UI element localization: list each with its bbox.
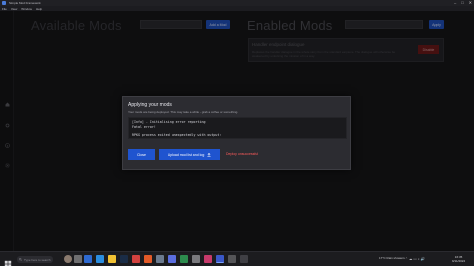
clock-date: 9/11/2022	[452, 259, 466, 263]
avatar-icon[interactable]	[64, 255, 72, 263]
app-window: Simple Mod Framework – □ ✕ File View Win…	[0, 0, 474, 266]
weather-widget[interactable]: 17°C Rain showers	[379, 256, 405, 260]
mod-framework-taskbar-icon[interactable]	[216, 255, 224, 263]
file-explorer-icon[interactable]	[108, 255, 116, 263]
media-app-icon[interactable]	[204, 255, 212, 263]
apply-mods-dialog: Applying your mods Your mods are being d…	[122, 96, 351, 170]
taskbar-search-placeholder: Type here to search	[24, 257, 51, 262]
store-icon[interactable]	[132, 255, 140, 263]
spotify-icon[interactable]	[180, 255, 188, 263]
dialog-title: Applying your mods	[128, 102, 172, 108]
window-title: Simple Mod Framework	[9, 1, 41, 5]
taskbar-search-input[interactable]: Type here to search	[17, 256, 53, 263]
taskbar: Type here to search 17°C Rain showers ⌃ …	[0, 251, 474, 266]
dialog-subtitle: Your mods are being deployed. This may t…	[128, 110, 239, 114]
log-line: RPKG process exited unexpectedly with ou…	[132, 133, 222, 137]
outlook-icon[interactable]	[96, 255, 104, 263]
menu-view[interactable]: View	[11, 7, 17, 11]
menu-window[interactable]: Window	[21, 7, 32, 11]
app-taskbar-icon[interactable]	[156, 255, 164, 263]
search-icon	[19, 258, 22, 261]
system-tray[interactable]: ⌃ ☁ ▭ ◖ 🔊	[405, 257, 425, 261]
terminal-icon[interactable]	[192, 255, 200, 263]
steam-icon[interactable]	[120, 255, 128, 263]
deploy-log-console: [Info] - Initialising error reporting Fa…	[128, 117, 347, 139]
edge-browser-icon[interactable]	[84, 255, 92, 263]
deploy-status-link[interactable]: Deploy unsuccessful	[226, 152, 258, 156]
brave-browser-icon[interactable]	[144, 255, 152, 263]
discord-icon[interactable]	[168, 255, 176, 263]
menu-file[interactable]: File	[2, 7, 7, 11]
upload-log-label: Upload mod list and log	[167, 152, 205, 157]
app-icon	[2, 1, 6, 5]
app-taskbar-icon[interactable]	[228, 255, 236, 263]
menu-help[interactable]: Help	[36, 7, 42, 11]
windows-start-icon[interactable]	[4, 255, 12, 266]
task-view-icon[interactable]	[74, 255, 82, 263]
upload-log-button[interactable]: Upload mod list and log	[159, 149, 220, 160]
clock[interactable]: 16:35 9/11/2022	[452, 255, 465, 263]
app-taskbar-icon[interactable]	[240, 255, 248, 263]
upload-icon	[207, 152, 211, 157]
close-button[interactable]: Close	[128, 149, 155, 160]
